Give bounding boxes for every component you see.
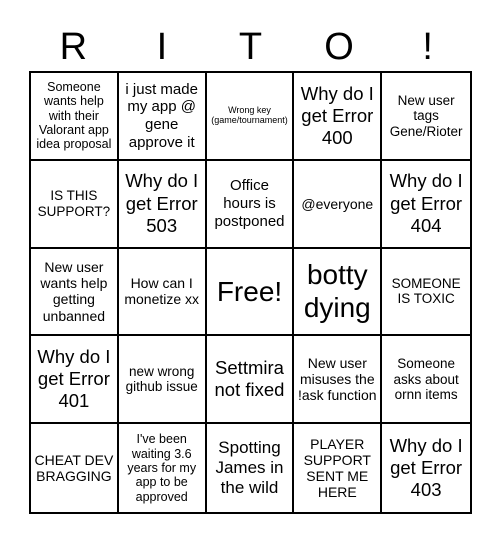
bingo-cell[interactable]: Settmira not fixed [206, 336, 295, 425]
bingo-cell[interactable]: New user wants help getting unbanned [31, 248, 119, 337]
bingo-cell[interactable]: Office hours is postponed [206, 160, 295, 249]
bingo-cell[interactable]: I've been waiting 3.6 years for my app t… [119, 424, 207, 512]
bingo-cell[interactable]: Someone wants help with their Valorant a… [31, 73, 119, 161]
bingo-cell[interactable]: Why do I get Error 403 [382, 424, 470, 512]
bingo-cell[interactable]: Wrong key (game/tournament) [206, 73, 295, 161]
bingo-header: R I T O ! [29, 24, 472, 70]
bingo-cell[interactable]: Why do I get Error 503 [118, 160, 207, 249]
bingo-cell[interactable]: IS THIS SUPPORT? [31, 160, 119, 249]
bingo-cell[interactable]: CHEAT DEV BRAGGING [31, 424, 119, 512]
header-letter: I [156, 26, 168, 68]
bingo-cell[interactable]: Why do I get Error 401 [31, 336, 119, 425]
bingo-grid: Someone wants help with their Valorant a… [29, 71, 472, 514]
header-letter: ! [422, 26, 433, 68]
bingo-cell[interactable]: Spotting James in the wild [207, 424, 295, 512]
bingo-cell[interactable]: How can I monetize xx [118, 248, 207, 337]
bingo-cell[interactable]: Why do I get Error 404 [382, 161, 470, 249]
bingo-cell[interactable]: SOMEONE IS TOXIC [382, 249, 470, 337]
header-letter: O [324, 26, 354, 68]
bingo-cell[interactable]: Someone asks about ornn items [382, 336, 470, 425]
bingo-cell[interactable]: New user misuses the !ask function [294, 336, 383, 425]
header-letter: R [59, 26, 88, 68]
bingo-cell[interactable]: i just made my app @ gene approve it [118, 73, 207, 161]
free-space[interactable]: Free! [206, 248, 295, 337]
bingo-cell[interactable]: new wrong github issue [118, 336, 207, 425]
bingo-cell[interactable]: @everyone [294, 160, 383, 249]
bingo-cell[interactable]: New user tags Gene/Rioter [382, 73, 470, 161]
bingo-cell[interactable]: PLAYER SUPPORT SENT ME HERE [294, 424, 383, 512]
bingo-cell[interactable]: Why do I get Error 400 [294, 73, 383, 161]
bingo-cell[interactable]: botty dying [294, 248, 383, 337]
header-letter: T [238, 26, 263, 68]
